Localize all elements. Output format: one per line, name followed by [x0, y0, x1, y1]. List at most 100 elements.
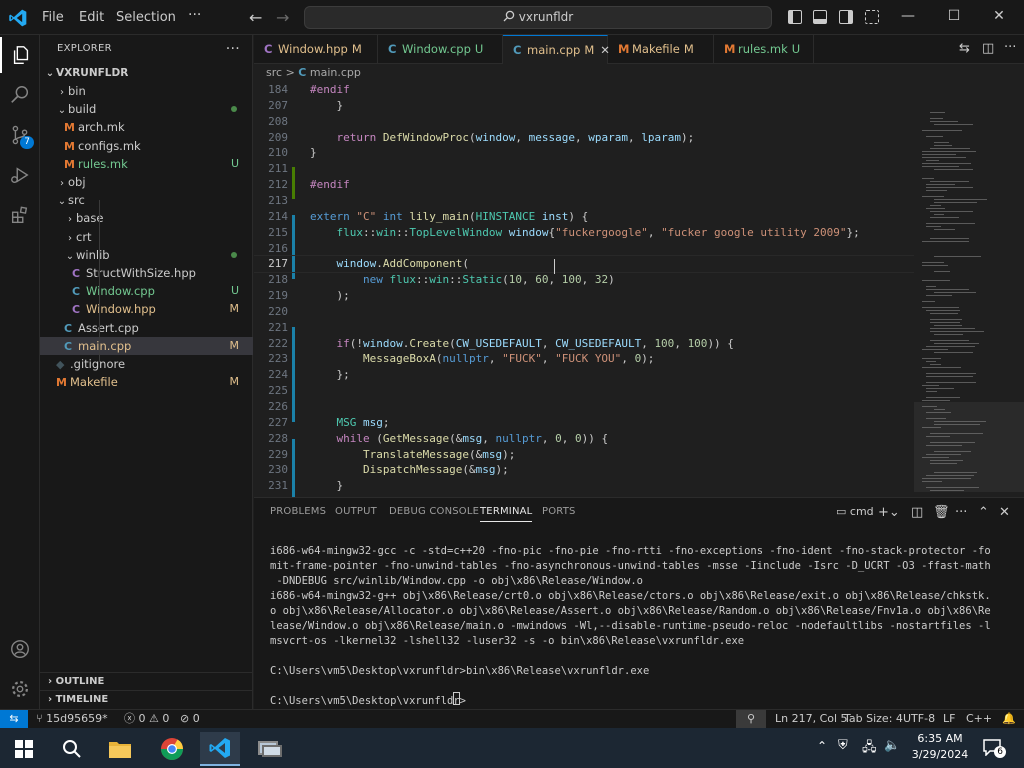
tree-item[interactable]: › obj	[40, 173, 253, 191]
menu-selection[interactable]: Selection	[116, 10, 176, 25]
workspace-root[interactable]: ⌄ VXRUNFLDR	[40, 64, 253, 82]
ports-status[interactable]: ⊘ 0	[180, 710, 200, 728]
maximize-icon[interactable]: ☐	[944, 8, 964, 24]
notification-center-icon[interactable]: 6	[982, 738, 1006, 758]
code-text: window.AddComponent(	[336, 257, 469, 271]
panel-tab-output[interactable]: OUTPUT	[335, 506, 377, 517]
tray-network-icon[interactable]: 🖧	[862, 738, 877, 760]
minimap[interactable]	[914, 82, 1024, 497]
editor-tab[interactable]: C Window.cpp U	[378, 35, 503, 64]
split-editor-icon[interactable]: ◫	[982, 41, 994, 56]
tree-item[interactable]: Mconfigs.mk	[40, 137, 253, 155]
accounts-activity[interactable]	[0, 631, 40, 667]
tray-security-icon[interactable]: ⛨	[838, 738, 848, 753]
branch-status[interactable]: ⑂ 15d95659*	[36, 710, 108, 728]
cursor-position[interactable]: Ln 217, Col 5	[775, 710, 848, 728]
tree-item[interactable]: ⌄ src	[40, 191, 253, 209]
chrome-icon[interactable]	[152, 732, 192, 766]
tree-item[interactable]: › base	[40, 209, 253, 227]
tree-item[interactable]: C Window.cpp U	[40, 282, 253, 300]
code-editor[interactable]: 184 #endif 207 } 208 209 return DefWindowPro…	[254, 82, 914, 497]
breadcrumb-file[interactable]: main.cpp	[310, 66, 361, 79]
panel-tab-debug-console[interactable]: DEBUG CONSOLE	[389, 506, 479, 517]
taskbar-search-icon[interactable]	[52, 732, 92, 766]
editor-tab[interactable]: M Makefile M	[608, 35, 714, 64]
title-bar: File Edit Selection ··· ← → vxrunfldr — …	[0, 0, 1024, 35]
tray-chevron-up-icon[interactable]: ⌃	[817, 739, 827, 753]
tree-item[interactable]: C StructWithSize.hpp	[40, 264, 253, 282]
tray-volume-icon[interactable]: 🔈	[884, 738, 900, 753]
explorer-activity[interactable]	[0, 37, 40, 73]
editor-more-icon[interactable]: ···	[1004, 40, 1016, 55]
terminal-shell-selector[interactable]: ▭ cmd	[836, 505, 874, 518]
windows-start-icon[interactable]	[4, 732, 44, 766]
account-icon	[11, 640, 29, 658]
zoom-search-icon[interactable]: ⚲	[736, 710, 766, 728]
forward-arrow-icon[interactable]: →	[276, 8, 289, 27]
command-center-search[interactable]: vxrunfldr	[304, 6, 772, 29]
search-icon	[503, 10, 515, 22]
file-explorer-icon[interactable]	[100, 732, 140, 766]
minimize-icon[interactable]: —	[898, 8, 918, 24]
compare-changes-icon[interactable]: ⇆	[959, 41, 970, 56]
explorer-more-icon[interactable]: ···	[226, 35, 240, 63]
tree-item[interactable]: › bin	[40, 82, 253, 100]
panel-more-icon[interactable]: ···	[955, 505, 967, 520]
editor-tab[interactable]: Mrules.mk U	[714, 35, 814, 64]
menu-file[interactable]: File	[42, 10, 64, 25]
close-panel-icon[interactable]: ✕	[999, 505, 1010, 520]
tree-item[interactable]: ⌄ build	[40, 100, 253, 118]
customize-layout-icon[interactable]	[865, 10, 879, 24]
remote-icon[interactable]: ⇆	[0, 710, 28, 728]
problems-status[interactable]: ⓧ 0 ⚠ 0	[124, 710, 169, 728]
taskbar-clock[interactable]: 6:35 AM 3/29/2024	[910, 731, 970, 763]
minimap-line	[930, 238, 969, 239]
vscode-taskbar-icon[interactable]	[200, 732, 240, 766]
close-window-icon[interactable]: ✕	[989, 8, 1009, 24]
breadcrumb-folder[interactable]: src	[266, 66, 282, 79]
menu-edit[interactable]: Edit	[79, 10, 104, 25]
minimap-line	[922, 265, 948, 266]
minimap-line	[930, 118, 943, 119]
tree-item[interactable]: ⌄ winlib	[40, 246, 253, 264]
terminal-app-icon[interactable]	[250, 732, 290, 766]
notifications-bell-icon[interactable]: 🔔	[1002, 710, 1016, 728]
panel-tab-ports[interactable]: PORTS	[542, 506, 576, 517]
tree-item[interactable]: C Assert.cpp	[40, 319, 253, 337]
split-terminal-icon[interactable]: ◫	[911, 505, 923, 520]
vscode-logo-icon[interactable]	[8, 8, 28, 28]
terminal-output[interactable]: i686-w64-mingw32-gcc -c -std=c++20 -fno-…	[270, 544, 1010, 709]
editor-tab[interactable]: C Window.hpp M	[254, 35, 378, 64]
tree-item[interactable]: C Window.hpp M	[40, 300, 253, 318]
tree-item[interactable]: › crt	[40, 228, 253, 246]
outline-section[interactable]: › OUTLINE	[40, 672, 253, 690]
code-line: 209 return DefWindowProc(window, message…	[254, 130, 914, 146]
tree-item[interactable]: ◆ .gitignore	[40, 355, 253, 373]
extensions-activity[interactable]	[0, 197, 40, 233]
editor-tab[interactable]: Cmain.cpp M ✕	[503, 35, 610, 64]
toggle-secondary-sidebar-icon[interactable]	[839, 10, 853, 24]
run-debug-activity[interactable]	[0, 157, 40, 193]
panel-tab-terminal[interactable]: TERMINAL	[480, 506, 533, 522]
panel-tab-problems[interactable]: PROBLEMS	[270, 506, 326, 517]
new-terminal-icon[interactable]: +⌄	[878, 505, 900, 520]
source-control-activity[interactable]: 7	[0, 117, 40, 153]
settings-activity[interactable]	[0, 671, 40, 707]
indentation-status[interactable]: Tab Size: 4	[844, 710, 903, 728]
back-arrow-icon[interactable]: ←	[249, 8, 262, 27]
toggle-primary-sidebar-icon[interactable]	[788, 10, 802, 24]
language-mode[interactable]: C++	[966, 710, 992, 728]
maximize-panel-icon[interactable]: ⌃	[978, 505, 989, 520]
tree-item[interactable]: Cmain.cpp M	[40, 336, 253, 355]
search-activity[interactable]	[0, 77, 40, 113]
trash-icon[interactable]: 🗑	[933, 505, 950, 520]
tree-item[interactable]: March.mk	[40, 118, 253, 136]
minimap-slider[interactable]	[914, 402, 1024, 492]
toggle-panel-icon[interactable]	[813, 10, 827, 24]
tree-item[interactable]: M Makefile M	[40, 373, 253, 391]
encoding-status[interactable]: UTF-8	[903, 710, 935, 728]
tree-item[interactable]: Mrules.mk U	[40, 155, 253, 173]
menu-more-icon[interactable]: ···	[188, 7, 201, 23]
eol-status[interactable]: LF	[943, 710, 955, 728]
timeline-section[interactable]: › TIMELINE	[40, 690, 253, 708]
